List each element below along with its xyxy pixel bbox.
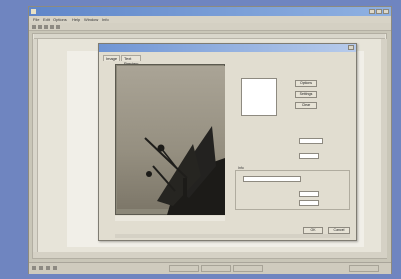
status-bar: [29, 262, 391, 274]
menu-bar: File Edit Options Help Window Info: [29, 16, 391, 23]
clear-button[interactable]: Clear: [295, 102, 317, 109]
dialog-close-icon[interactable]: [348, 45, 354, 50]
menu-item-window[interactable]: Window: [84, 17, 98, 22]
field-input[interactable]: [299, 200, 319, 206]
dialog-horizontal-scrollbar[interactable]: [115, 234, 350, 238]
menu-item-file[interactable]: File: [33, 17, 39, 22]
image-preview: [115, 64, 225, 215]
app-title-bar[interactable]: [29, 7, 391, 16]
menu-item-info[interactable]: Info: [102, 17, 109, 22]
open-icon[interactable]: [38, 25, 42, 29]
vertical-ruler: [33, 39, 38, 254]
vertical-scrollbar[interactable]: [381, 39, 387, 253]
field-input[interactable]: [299, 191, 319, 197]
ok-button[interactable]: OK: [303, 227, 323, 234]
image-caption: [115, 216, 225, 221]
status-cell: [349, 265, 379, 272]
satellite-dish-photo: [144, 126, 225, 215]
nav-first-icon[interactable]: [32, 266, 36, 270]
maximize-icon[interactable]: [376, 9, 382, 14]
dialog-title-bar[interactable]: [99, 44, 356, 52]
nav-last-icon[interactable]: [53, 266, 57, 270]
app-icon[interactable]: [31, 9, 36, 14]
image-name-field[interactable]: [243, 176, 301, 182]
settings-button[interactable]: Settings: [295, 91, 317, 98]
minimize-icon[interactable]: [369, 9, 375, 14]
image-list[interactable]: [241, 78, 277, 116]
horizontal-ruler: [34, 34, 385, 39]
print-icon[interactable]: [50, 25, 54, 29]
status-cell: [201, 265, 231, 272]
tab-text-preview[interactable]: Text Preview: [121, 55, 142, 66]
new-icon[interactable]: [32, 25, 36, 29]
field-input[interactable]: [299, 138, 323, 144]
menu-item-edit[interactable]: Edit: [43, 17, 50, 22]
group-label: Info: [237, 166, 245, 170]
tab-image[interactable]: Image: [103, 55, 121, 61]
menu-item-help[interactable]: Help: [72, 17, 80, 22]
field-input[interactable]: [299, 153, 319, 159]
image-properties-dialog: Image Text Preview Options Settings Clea…: [98, 43, 357, 241]
close-icon[interactable]: [383, 9, 389, 14]
cancel-button[interactable]: Cancel: [328, 227, 350, 234]
options-button[interactable]: Options: [295, 80, 317, 87]
status-cell: [169, 265, 199, 272]
horizontal-scrollbar[interactable]: [33, 252, 387, 258]
save-icon[interactable]: [44, 25, 48, 29]
status-cell: [233, 265, 263, 272]
nav-next-icon[interactable]: [46, 266, 50, 270]
toolbar: [29, 23, 391, 31]
menu-item-options[interactable]: Options: [53, 17, 67, 22]
cut-icon[interactable]: [56, 25, 60, 29]
nav-prev-icon[interactable]: [39, 266, 43, 270]
